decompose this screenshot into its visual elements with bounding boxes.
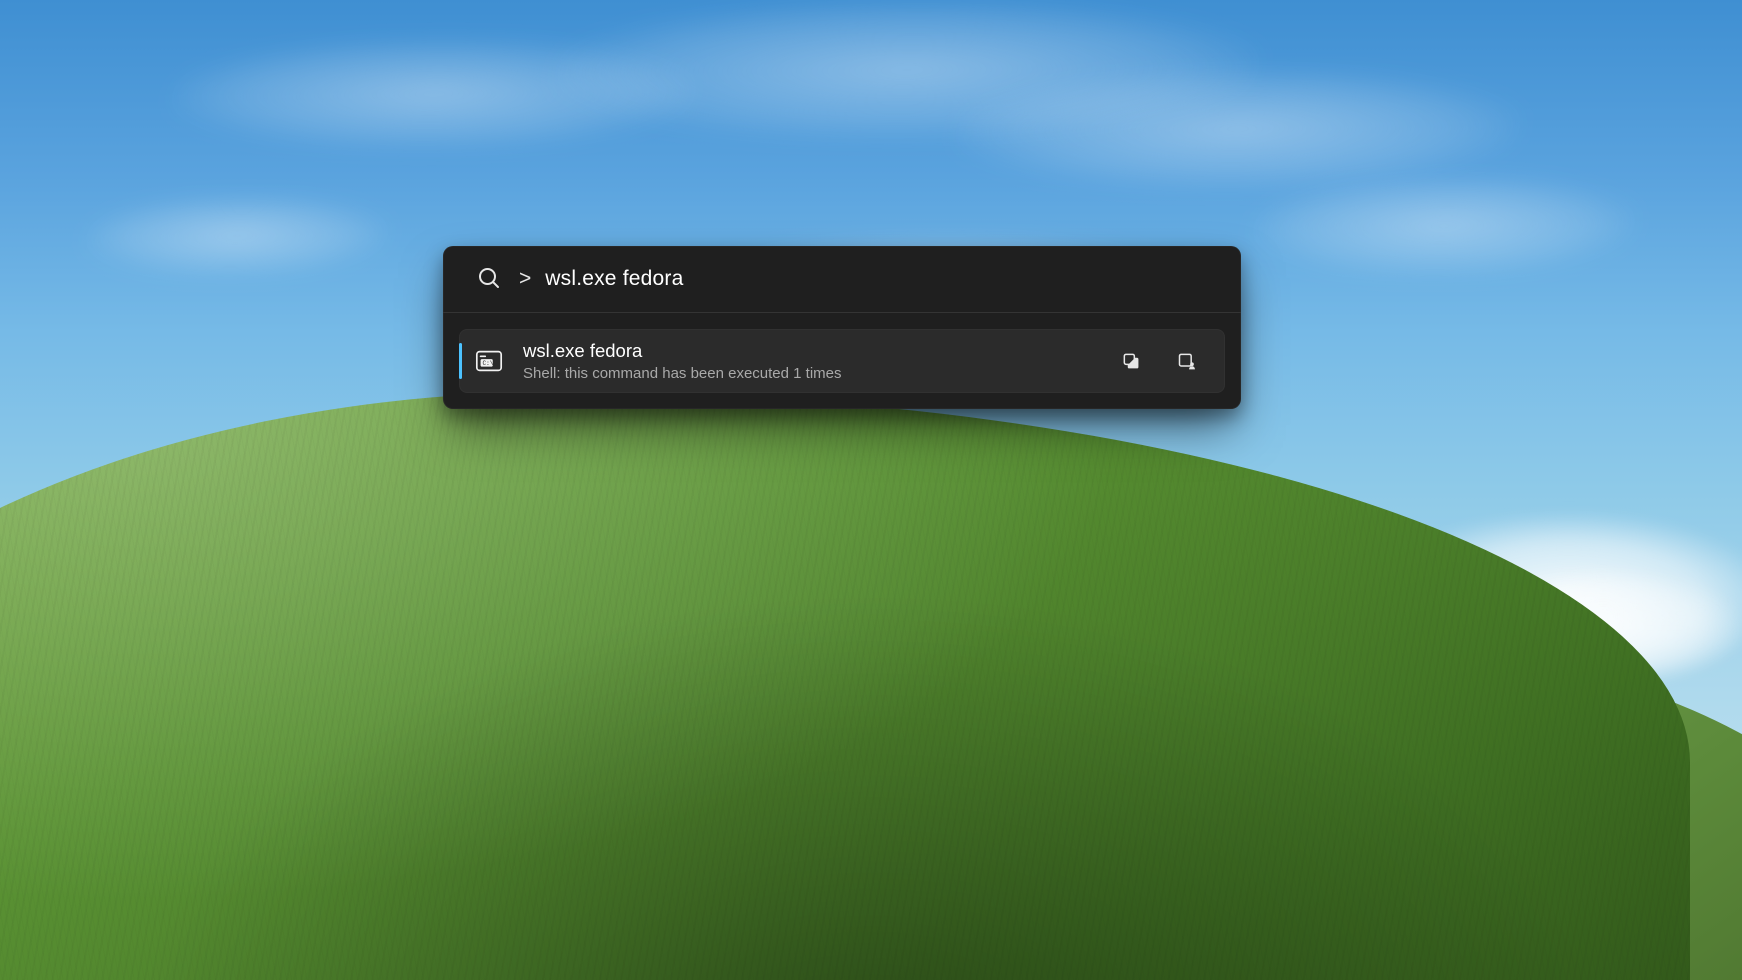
search-icon	[477, 266, 501, 290]
terminal-icon: C:\	[473, 345, 505, 377]
results-list: C:\ wsl.exe fedora Shell: this command h…	[443, 313, 1241, 409]
run-as-admin-button[interactable]	[1173, 347, 1201, 375]
search-prompt-symbol: >	[519, 268, 531, 289]
result-actions	[1117, 347, 1207, 375]
svg-text:C:\: C:\	[482, 360, 493, 367]
search-input[interactable]: > wsl.exe fedora	[519, 268, 1207, 289]
search-query-text: wsl.exe fedora	[545, 268, 683, 289]
result-title: wsl.exe fedora	[523, 340, 1099, 362]
search-row[interactable]: > wsl.exe fedora	[443, 246, 1241, 312]
result-subtitle: Shell: this command has been executed 1 …	[523, 365, 1099, 382]
result-body: wsl.exe fedora Shell: this command has b…	[523, 340, 1099, 382]
desktop-wallpaper	[0, 0, 1742, 980]
result-item[interactable]: C:\ wsl.exe fedora Shell: this command h…	[459, 329, 1225, 393]
copy-button[interactable]	[1117, 347, 1145, 375]
wallpaper-hill-near	[0, 392, 1690, 980]
copy-icon	[1121, 351, 1141, 371]
command-palette: > wsl.exe fedora C:\ wsl.exe fedora Shel…	[443, 246, 1241, 409]
run-as-admin-icon	[1177, 351, 1197, 371]
wallpaper-hills	[0, 0, 1742, 980]
selection-accent	[459, 343, 462, 379]
